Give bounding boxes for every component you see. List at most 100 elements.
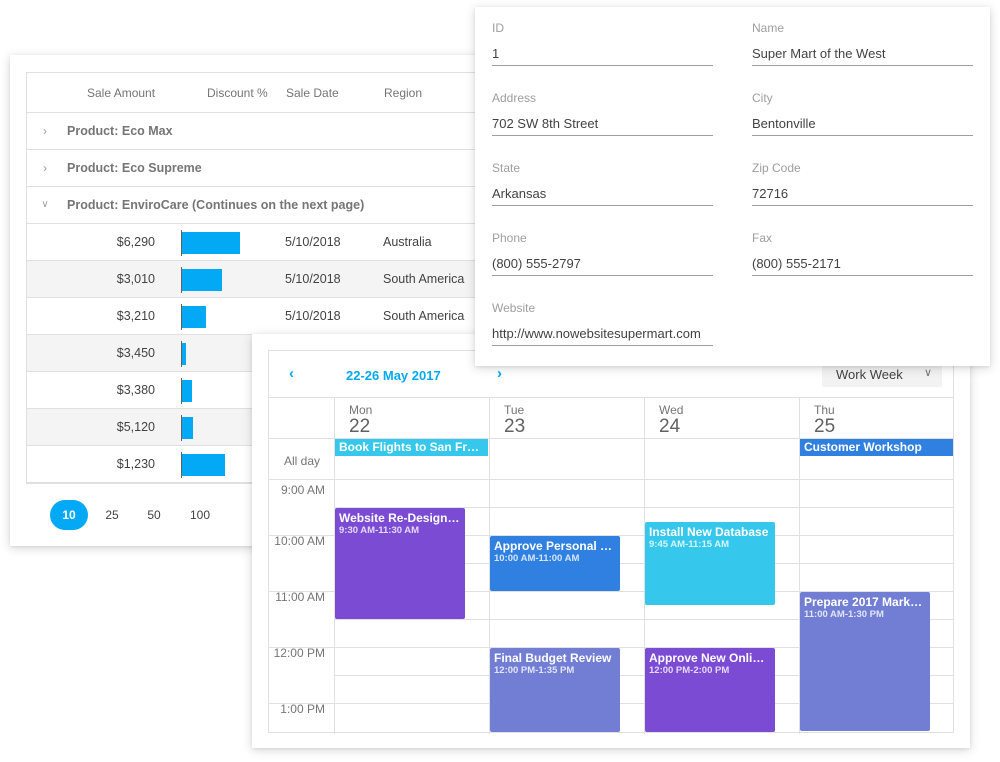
page-size-100[interactable]: 100 <box>186 500 214 530</box>
calendar-event[interactable]: Approve Personal Co... 10:00 AM-11:00 AM <box>490 536 620 591</box>
city-field[interactable]: City Bentonville <box>752 91 973 136</box>
day-name: Thu <box>814 403 835 417</box>
column-header-region[interactable]: Region <box>384 86 422 100</box>
day-number: 24 <box>659 416 681 437</box>
sale-amount-cell: $5,120 <box>116 420 155 434</box>
sale-amount-cell: $3,010 <box>116 272 155 286</box>
discount-bar <box>182 343 186 365</box>
group-label: Product: Eco Max <box>67 124 173 138</box>
event-title: Approve Personal Co... <box>494 539 616 553</box>
phone-input[interactable]: (800) 555-2797 <box>492 256 713 276</box>
day-number: 25 <box>814 416 836 437</box>
field-label: ID <box>492 21 504 35</box>
group-row-eco-supreme[interactable]: › Product: Eco Supreme <box>27 150 486 187</box>
city-input[interactable]: Bentonville <box>752 116 973 136</box>
chevron-right-icon[interactable]: › <box>39 124 51 138</box>
zip-code-input[interactable]: 72716 <box>752 186 973 206</box>
sale-amount-cell: $3,380 <box>116 383 155 397</box>
page-size-50[interactable]: 50 <box>144 500 164 530</box>
page-size-25[interactable]: 25 <box>102 500 122 530</box>
name-field[interactable]: Name Super Mart of the West <box>752 21 973 66</box>
field-label: Phone <box>492 231 527 245</box>
calendar-event[interactable]: Website Re-Design P... 9:30 AM-11:30 AM <box>335 508 465 619</box>
sale-amount-cell: $1,230 <box>116 457 155 471</box>
time-label: 12:00 PM <box>273 646 325 660</box>
view-dropdown-value: Work Week <box>836 367 903 382</box>
field-label: Website <box>492 301 536 315</box>
sale-amount-cell: $6,290 <box>116 235 155 249</box>
calendar-event[interactable]: Prepare 2017 Market... 11:00 AM-1:30 PM <box>800 592 930 731</box>
day-number: 22 <box>349 416 371 437</box>
sale-amount-cell: $3,210 <box>116 309 155 323</box>
fax-field[interactable]: Fax (800) 555-2171 <box>752 231 973 276</box>
id-field[interactable]: ID 1 <box>492 21 713 66</box>
discount-bar <box>182 454 225 476</box>
event-time: 12:00 PM-1:35 PM <box>494 665 575 676</box>
event-title: Approve New Online ... <box>649 651 771 665</box>
column-header-discount[interactable]: Discount % <box>207 86 268 100</box>
date-range-title[interactable]: 22-26 May 2017 <box>346 368 441 383</box>
table-row[interactable]: $3,010 5/10/2018 South America <box>27 261 486 298</box>
table-row[interactable]: $3,210 5/10/2018 South America <box>27 298 486 335</box>
discount-bar <box>182 417 193 439</box>
column-header-sale-amount[interactable]: Sale Amount <box>87 86 155 100</box>
page-size-10[interactable]: 10 <box>50 500 88 530</box>
group-row-eco-max[interactable]: › Product: Eco Max <box>27 113 486 150</box>
name-input[interactable]: Super Mart of the West <box>752 46 973 66</box>
sale-amount-cell: $3,450 <box>116 346 155 360</box>
time-label: 9:00 AM <box>280 483 325 497</box>
website-input[interactable]: http://www.nowebsitesupermart.com <box>492 326 713 346</box>
sale-date-cell: 5/10/2018 <box>285 272 341 286</box>
id-input[interactable]: 1 <box>492 46 713 66</box>
day-header-wed: Wed 24 <box>659 403 683 437</box>
calendar-event[interactable]: Approve New Online ... 12:00 PM-2:00 PM <box>645 648 775 732</box>
phone-field[interactable]: Phone (800) 555-2797 <box>492 231 713 276</box>
field-label: Zip Code <box>752 161 801 175</box>
all-day-event[interactable]: Book Flights to San Fran ... <box>335 439 488 456</box>
field-label: Fax <box>752 231 773 245</box>
region-cell: Australia <box>383 235 432 249</box>
chevron-left-icon[interactable]: ‹ <box>289 365 294 382</box>
calendar-event[interactable]: Final Budget Review 12:00 PM-1:35 PM <box>490 648 620 732</box>
table-row[interactable]: $6,290 5/10/2018 Australia <box>27 224 486 261</box>
region-cell: South America <box>383 309 465 323</box>
group-row-envirocare[interactable]: ∨ Product: EnviroCare (Continues on the … <box>27 187 486 224</box>
time-label: 11:00 AM <box>275 590 325 604</box>
chevron-down-icon[interactable]: ∨ <box>39 199 51 210</box>
time-label: 10:00 AM <box>274 534 325 548</box>
event-time: 12:00 PM-2:00 PM <box>649 665 730 676</box>
event-title: Final Budget Review <box>494 651 612 665</box>
column-header-sale-date[interactable]: Sale Date <box>286 86 339 100</box>
discount-bar <box>182 269 222 291</box>
chevron-right-icon[interactable]: › <box>497 365 502 382</box>
day-number: 23 <box>504 416 526 437</box>
scheduler-card: ‹ 22-26 May 2017 › Work Week ∨ Mon 22 Tu… <box>252 334 970 748</box>
group-label: Product: EnviroCare (Continues on the ne… <box>67 198 365 212</box>
address-input[interactable]: 702 SW 8th Street <box>492 116 713 136</box>
event-title: Install New Database <box>649 525 769 539</box>
calendar-event[interactable]: Install New Database 9:45 AM-11:15 AM <box>645 522 775 605</box>
website-field[interactable]: Website http://www.nowebsitesupermart.co… <box>492 301 713 346</box>
address-field[interactable]: Address 702 SW 8th Street <box>492 91 713 136</box>
state-field[interactable]: State Arkansas <box>492 161 713 206</box>
all-day-event[interactable]: Customer Workshop <box>800 439 953 456</box>
field-label: Address <box>492 91 537 105</box>
chevron-down-icon: ∨ <box>923 367 932 379</box>
grid-header: Sale Amount Discount % Sale Date Region <box>27 73 486 113</box>
customer-form-card: ID 1 Name Super Mart of the West Address… <box>475 7 990 366</box>
chevron-right-icon[interactable]: › <box>39 161 51 175</box>
time-label: 1:00 PM <box>280 702 325 716</box>
day-name: Wed <box>659 403 684 417</box>
event-time: 11:00 AM-1:30 PM <box>804 609 884 620</box>
day-header-tue: Tue 23 <box>504 403 525 437</box>
discount-bar <box>182 306 206 328</box>
sale-date-cell: 5/10/2018 <box>285 235 341 249</box>
fax-input[interactable]: (800) 555-2171 <box>752 256 973 276</box>
day-name: Mon <box>349 403 373 417</box>
region-cell: South America <box>383 272 465 286</box>
state-input[interactable]: Arkansas <box>492 186 713 206</box>
field-label: Name <box>752 21 785 35</box>
field-label: City <box>752 91 773 105</box>
event-time: 10:00 AM-11:00 AM <box>494 553 580 564</box>
zip-code-field[interactable]: Zip Code 72716 <box>752 161 973 206</box>
